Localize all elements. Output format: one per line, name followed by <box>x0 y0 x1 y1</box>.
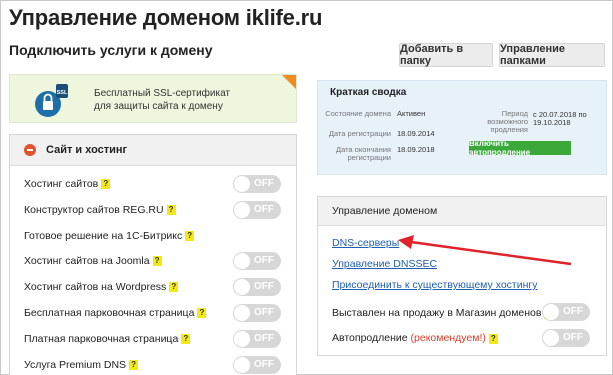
annotation-arrow-icon <box>398 235 572 266</box>
